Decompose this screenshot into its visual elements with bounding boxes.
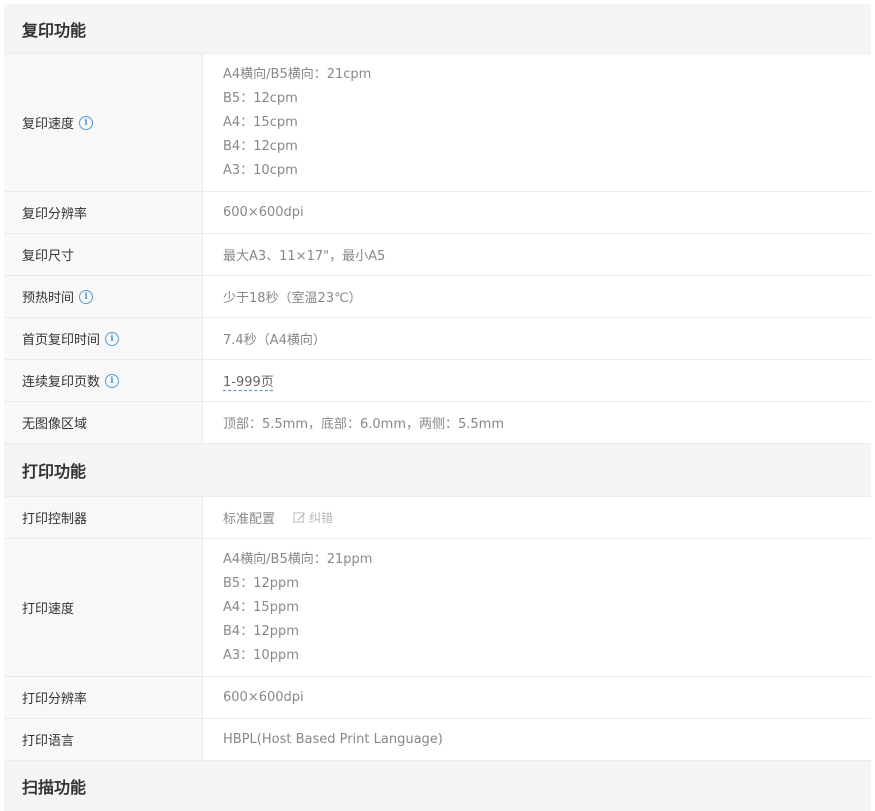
- section-title: 复印功能: [22, 20, 87, 40]
- spec-value-line: A4：15ppm: [223, 599, 299, 615]
- spec-row-copy-speed: 复印速度 i A4横向/B5横向：21cpm B5：12cpm A4：15cpm…: [4, 54, 871, 192]
- spec-value: A4横向/B5横向：21cpm B5：12cpm A4：15cpm B4：12c…: [203, 54, 871, 191]
- spec-value: 600×600dpi: [203, 677, 871, 718]
- spec-label-text: 打印语言: [22, 734, 75, 749]
- spec-value-text: 标准配置: [223, 512, 276, 527]
- spec-value-line: B5：12ppm: [223, 575, 299, 591]
- spec-value-line: B4：12cpm: [223, 138, 298, 154]
- spec-value: 600×600dpi: [203, 192, 871, 233]
- spec-value-text: 少于18秒（室温23℃）: [223, 291, 362, 306]
- spec-label: 打印速度: [4, 539, 203, 676]
- spec-value-line: A4横向/B5横向：21ppm: [223, 551, 373, 567]
- info-icon[interactable]: i: [105, 331, 120, 346]
- info-icon[interactable]: i: [79, 289, 94, 304]
- spec-label: 预热时间 i: [4, 276, 203, 317]
- spec-value-line: B4：12ppm: [223, 623, 299, 639]
- spec-label: 首页复印时间 i: [4, 318, 203, 359]
- spec-label-text: 打印速度: [22, 602, 75, 617]
- spec-value-line: A3：10cpm: [223, 162, 298, 178]
- spec-label: 打印分辨率: [4, 677, 203, 718]
- correction-link[interactable]: 纠错: [293, 509, 333, 526]
- spec-label-text: 复印尺寸: [22, 249, 75, 264]
- correction-label: 纠错: [309, 511, 334, 525]
- spec-value: HBPL(Host Based Print Language): [203, 719, 871, 760]
- spec-label-text: 无图像区域: [22, 417, 88, 432]
- spec-value-text: 顶部：5.5mm，底部：6.0mm，两侧：5.5mm: [223, 417, 505, 432]
- spec-label: 复印尺寸: [4, 234, 203, 275]
- spec-value: 顶部：5.5mm，底部：6.0mm，两侧：5.5mm: [203, 402, 871, 443]
- spec-value: 少于18秒（室温23℃）: [203, 276, 871, 317]
- spec-value-text: 7.4秒（A4横向）: [223, 333, 326, 348]
- edit-icon: [293, 512, 306, 523]
- spec-label-text: 首页复印时间: [22, 333, 101, 348]
- spec-row-print-language: 打印语言 HBPL(Host Based Print Language): [4, 719, 871, 761]
- spec-value: 7.4秒（A4横向）: [203, 318, 871, 359]
- spec-row-copy-resolution: 复印分辨率 600×600dpi: [4, 192, 871, 234]
- spec-value: 1-999页: [203, 360, 871, 401]
- section-title: 扫描功能: [22, 778, 87, 797]
- spec-label: 打印控制器: [4, 497, 203, 538]
- spec-label-text: 打印分辨率: [22, 692, 88, 707]
- spec-row-print-controller: 打印控制器 标准配置 纠错: [4, 497, 871, 539]
- spec-row-copy-first-copy: 首页复印时间 i 7.4秒（A4横向）: [4, 318, 871, 360]
- spec-label: 复印速度 i: [4, 54, 203, 191]
- spec-row-copy-no-image-area: 无图像区域 顶部：5.5mm，底部：6.0mm，两侧：5.5mm: [4, 402, 871, 444]
- spec-value: 最大A3、11×17"，最小A5: [203, 234, 871, 275]
- spec-value-text: 600×600dpi: [223, 690, 304, 705]
- section-title: 打印功能: [22, 462, 87, 481]
- spec-row-print-resolution: 打印分辨率 600×600dpi: [4, 677, 871, 719]
- spec-value: 标准配置 纠错: [203, 497, 871, 538]
- spec-row-copy-size: 复印尺寸 最大A3、11×17"，最小A5: [4, 234, 871, 276]
- info-icon[interactable]: i: [79, 115, 94, 130]
- spec-label: 连续复印页数 i: [4, 360, 203, 401]
- spec-label-text: 复印分辨率: [22, 207, 88, 222]
- spec-row-copy-warmup: 预热时间 i 少于18秒（室温23℃）: [4, 276, 871, 318]
- section-header-print: 打印功能: [4, 444, 871, 497]
- spec-label: 打印语言: [4, 719, 203, 760]
- spec-value-text: HBPL(Host Based Print Language): [223, 732, 443, 747]
- spec-label-text: 预热时间: [22, 291, 75, 306]
- section-header-copy: 复印功能: [4, 4, 871, 54]
- spec-label-text: 连续复印页数: [22, 375, 101, 390]
- spec-label-text: 复印速度: [22, 117, 75, 132]
- spec-value-line: A4：15cpm: [223, 114, 298, 130]
- spec-value-line: A4横向/B5横向：21cpm: [223, 66, 372, 82]
- spec-value-line: B5：12cpm: [223, 90, 298, 106]
- spec-label: 复印分辨率: [4, 192, 203, 233]
- spec-value-link[interactable]: 1-999页: [223, 375, 274, 390]
- spec-value-text: 最大A3、11×17"，最小A5: [223, 249, 386, 264]
- spec-row-print-speed: 打印速度 A4横向/B5横向：21ppm B5：12ppm A4：15ppm B…: [4, 539, 871, 677]
- spec-value-line: A3：10ppm: [223, 647, 299, 663]
- spec-value: A4横向/B5横向：21ppm B5：12ppm A4：15ppm B4：12p…: [203, 539, 871, 676]
- section-header-scan: 扫描功能: [4, 761, 871, 811]
- spec-label: 无图像区域: [4, 402, 203, 443]
- spec-row-copy-continuous: 连续复印页数 i 1-999页: [4, 360, 871, 402]
- info-icon[interactable]: i: [105, 373, 120, 388]
- spec-value-text: 600×600dpi: [223, 205, 304, 220]
- spec-table: 复印功能 复印速度 i A4横向/B5横向：21cpm B5：12cpm A4：…: [4, 4, 871, 811]
- spec-label-text: 打印控制器: [22, 512, 88, 527]
